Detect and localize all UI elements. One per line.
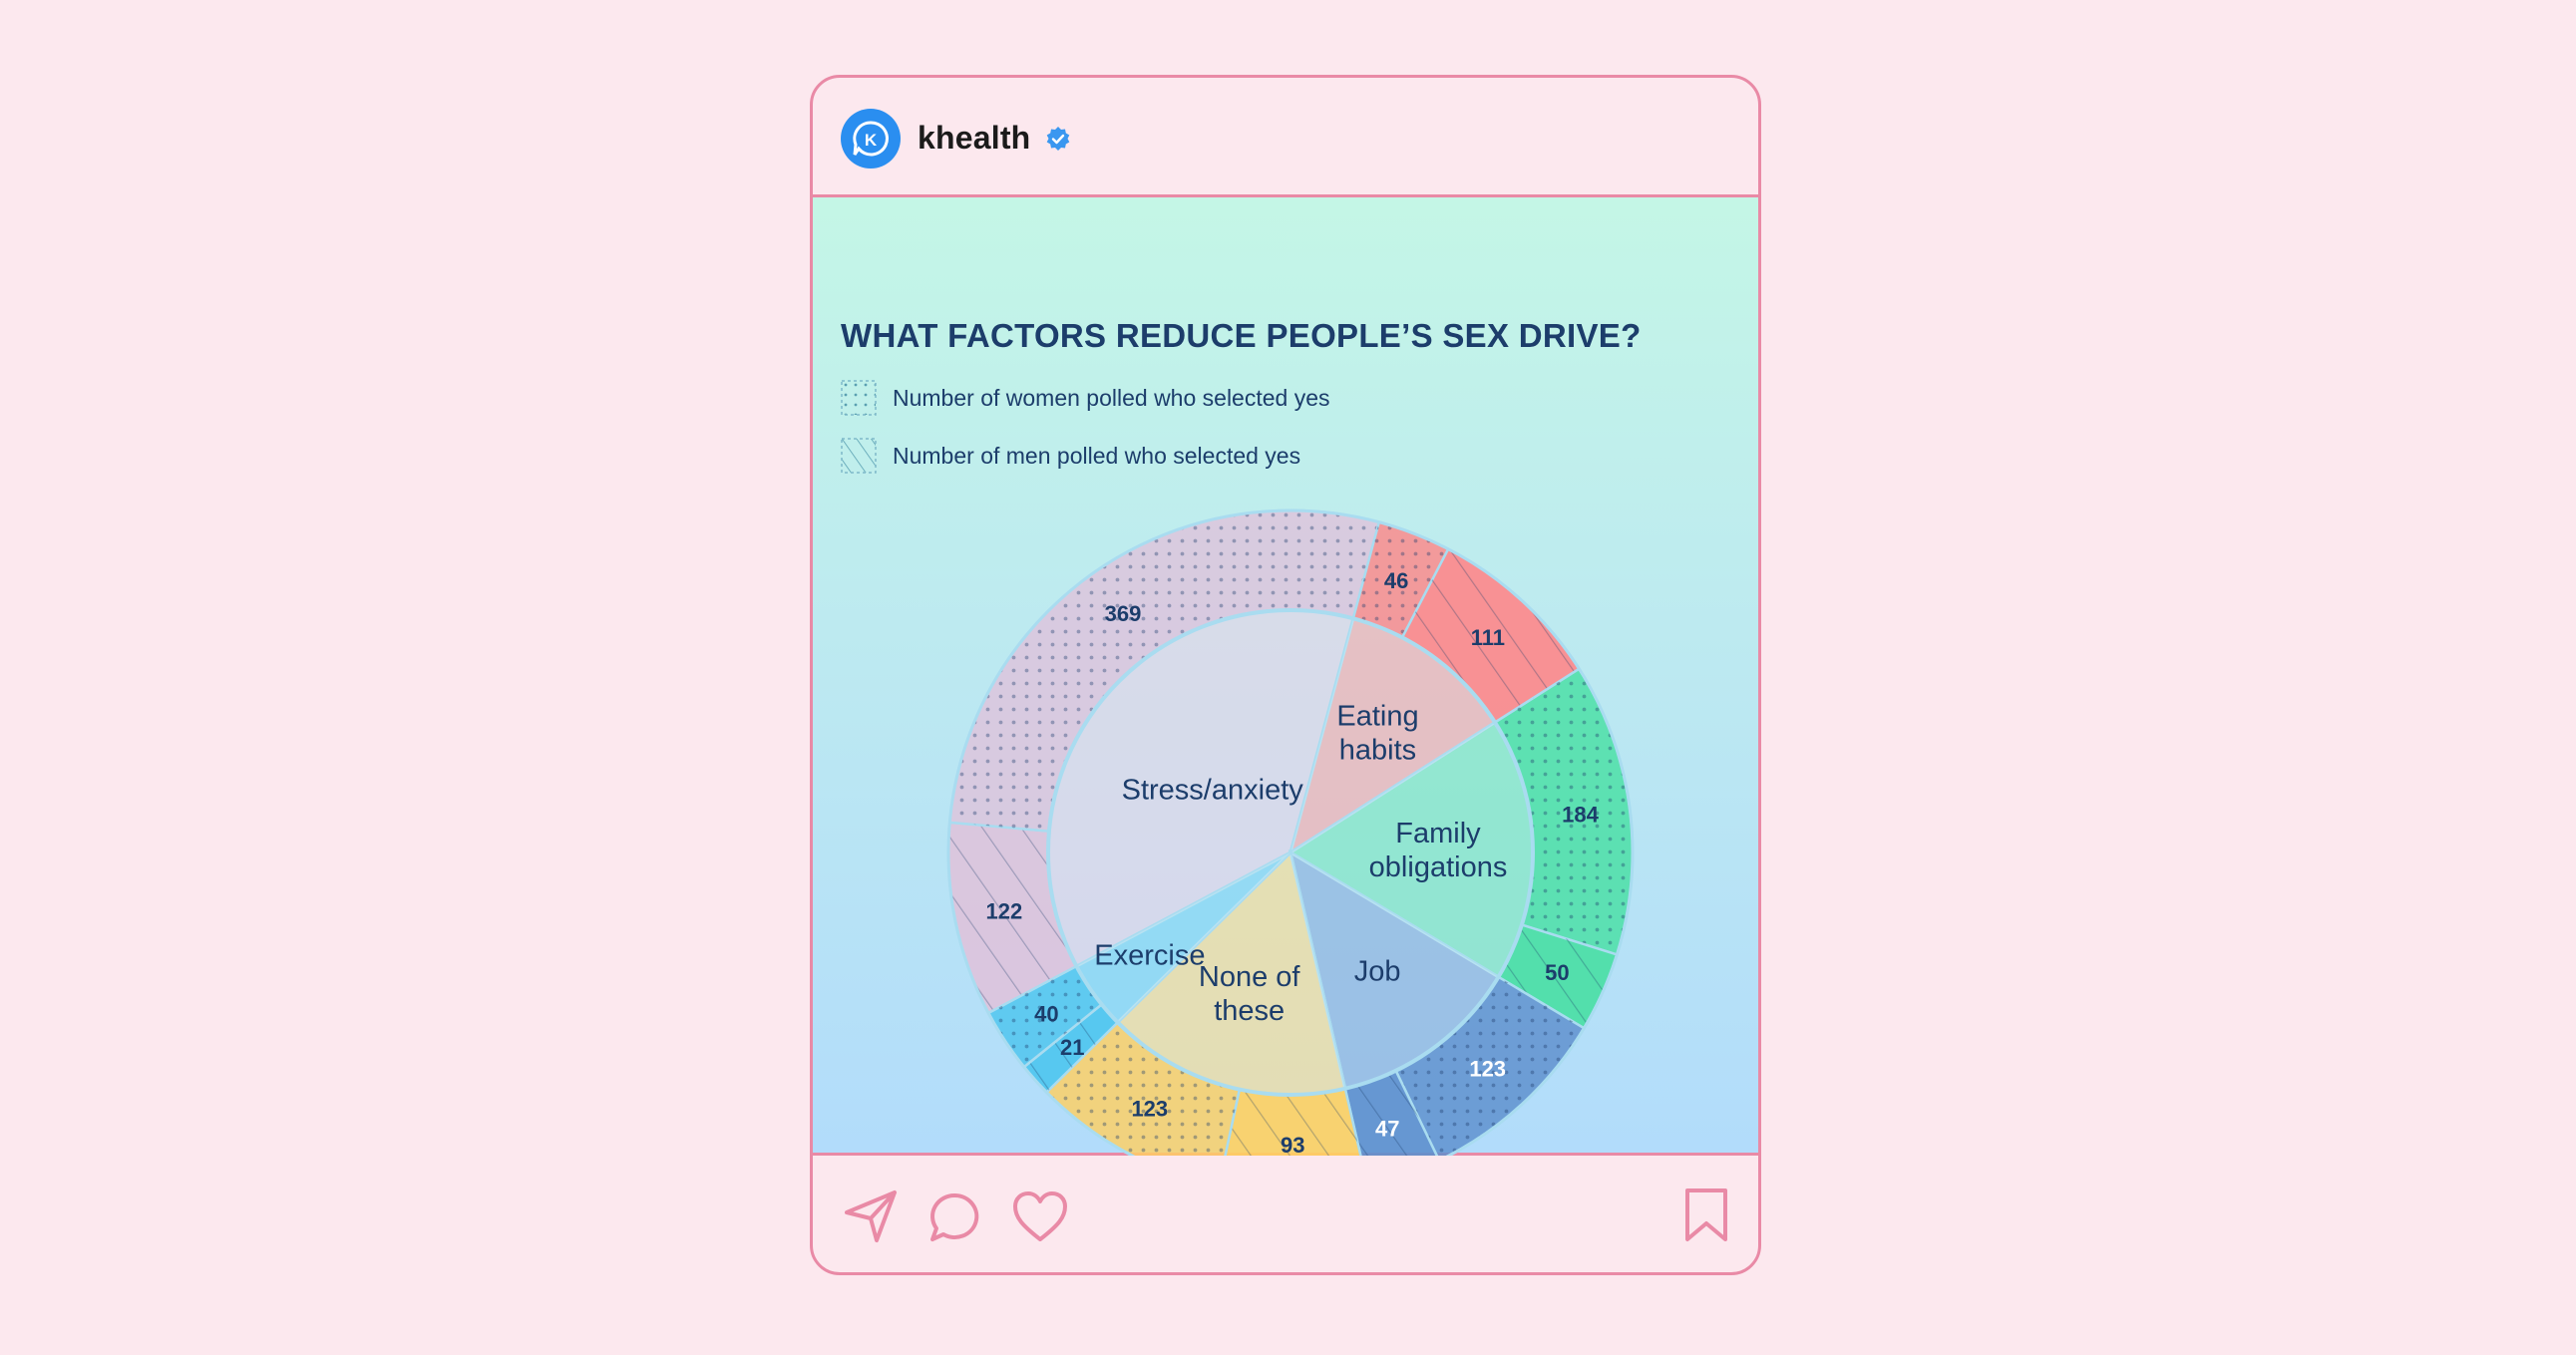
legend-label-men: Number of men polled who selected yes [893, 443, 1301, 469]
verified-badge-icon [1046, 127, 1070, 151]
none-men-value: 93 [1281, 1133, 1304, 1156]
legend-label-women: Number of women polled who selected yes [893, 385, 1330, 411]
avatar[interactable]: K [841, 109, 901, 169]
khealth-logo-icon: K [853, 121, 889, 157]
legend-swatch-lines [841, 438, 877, 474]
job-category-label: Job [1354, 956, 1401, 988]
family-men-value: 50 [1545, 960, 1569, 985]
eating-women-value: 46 [1384, 568, 1408, 593]
eating-men-value: 111 [1471, 625, 1505, 650]
avatar-letter: K [865, 131, 878, 150]
post-header: K khealth [813, 78, 1758, 197]
comment-icon[interactable] [927, 1190, 983, 1246]
bookmark-icon[interactable] [1683, 1187, 1729, 1243]
exercise-men-value: 21 [1060, 1035, 1084, 1060]
post-actions [813, 1159, 1758, 1272]
pie-rings [946, 508, 1635, 1156]
family-women-value: 184 [1562, 803, 1599, 828]
chart-title: WHAT FACTORS REDUCE PEOPLE’S SEX DRIVE? [841, 317, 1642, 354]
exercise-women-value: 40 [1034, 1001, 1058, 1026]
share-icon[interactable] [843, 1188, 899, 1244]
stress-men-value: 122 [986, 898, 1023, 923]
stress-women-value: 369 [1105, 601, 1142, 626]
job-men-value: 47 [1375, 1116, 1399, 1141]
legend-swatch-dots [841, 380, 877, 416]
exercise-category-label: Exercise [1094, 940, 1205, 972]
like-heart-icon[interactable] [1012, 1191, 1068, 1243]
account-name[interactable]: khealth [918, 120, 1030, 157]
chart-area: 122 369 Stress/anxiety 46 111 Eating habits 184… [813, 197, 1758, 1156]
stress-category-label: Stress/anxiety [1122, 775, 1304, 807]
job-women-value: 123 [1469, 1056, 1506, 1081]
post-card: K khealth 122 369 Stress/anxiety 46 111 … [810, 75, 1761, 1275]
none-women-value: 123 [1131, 1097, 1168, 1122]
